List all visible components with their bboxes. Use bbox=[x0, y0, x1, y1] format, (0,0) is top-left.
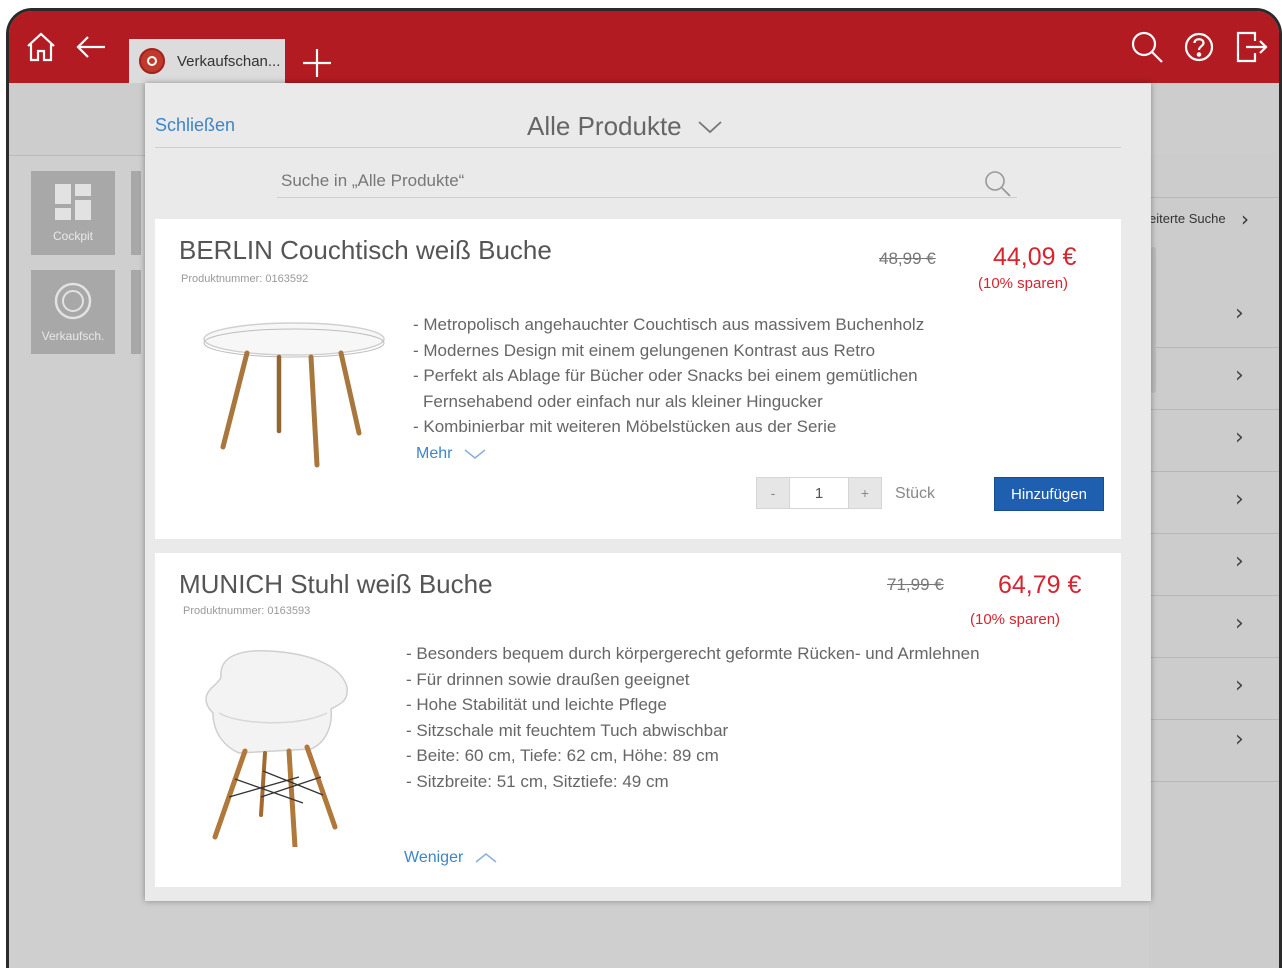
description-line: - Für drinnen sowie draußen geeignet bbox=[406, 669, 690, 689]
advanced-search-link[interactable]: eiterte Suche bbox=[1149, 211, 1226, 226]
chevron-right-icon[interactable]: › bbox=[1235, 673, 1244, 698]
new-price: 44,09 € bbox=[993, 243, 1077, 271]
dashboard-icon bbox=[55, 184, 91, 220]
divider bbox=[1149, 471, 1279, 472]
description-line: - Besonders bequem durch körpergerecht g… bbox=[406, 644, 980, 663]
divider bbox=[1149, 347, 1279, 348]
divider bbox=[1149, 657, 1279, 658]
description-line: - Hohe Stabilität und leichte Pflege bbox=[406, 695, 667, 714]
chevron-right-icon[interactable]: › bbox=[1235, 727, 1244, 752]
search-underline bbox=[277, 197, 1017, 198]
tab-label: Verkaufschan... bbox=[177, 52, 281, 70]
description-line: - Sitzbreite: 51 cm, Sitztiefe: 49 cm bbox=[406, 771, 669, 791]
tile-label: Verkaufsch. bbox=[41, 329, 105, 343]
chevron-right-icon[interactable]: › bbox=[1235, 363, 1244, 388]
unit-label: Stück bbox=[895, 485, 936, 502]
back-arrow-icon[interactable] bbox=[71, 27, 111, 67]
product-title[interactable]: MUNICH Stuhl weiß Buche bbox=[179, 569, 493, 600]
search-icon[interactable] bbox=[983, 169, 1013, 199]
chevron-down-icon[interactable] bbox=[697, 119, 723, 135]
chevron-right-icon[interactable]: › bbox=[1235, 425, 1244, 450]
product-number: Produktnummer: 0163593 bbox=[183, 605, 311, 617]
saving-label: (10% sparen) bbox=[978, 275, 1069, 292]
product-card: BERLIN Couchtisch weiß Buche Produktnumm… bbox=[155, 219, 1121, 539]
chevron-down-icon bbox=[464, 449, 486, 459]
chevron-right-icon[interactable]: › bbox=[1241, 207, 1249, 231]
divider bbox=[1149, 781, 1279, 782]
search-icon[interactable] bbox=[1127, 27, 1167, 67]
help-icon[interactable] bbox=[1179, 27, 1219, 67]
less-toggle[interactable]: Weniger bbox=[404, 849, 497, 867]
chevron-right-icon[interactable]: › bbox=[1235, 611, 1244, 636]
tile-cockpit[interactable]: Cockpit bbox=[31, 171, 115, 255]
search-input[interactable]: Suche in „Alle Produkte“ bbox=[281, 171, 464, 191]
divider bbox=[1149, 595, 1279, 596]
saving-label: (10% sparen) bbox=[970, 611, 1061, 628]
home-icon[interactable] bbox=[21, 27, 61, 67]
chevron-right-icon[interactable]: › bbox=[1235, 487, 1244, 512]
increase-button[interactable]: + bbox=[848, 477, 882, 509]
tab-verkaufschancen[interactable]: Verkaufschan... bbox=[129, 39, 285, 83]
description-line: - Kombinierbar mit weiteren Möbelstücken… bbox=[413, 417, 837, 436]
tile-partial bbox=[131, 171, 141, 255]
quantity-field[interactable]: 1 bbox=[790, 477, 848, 509]
scrollbar[interactable] bbox=[1151, 247, 1156, 393]
add-to-cart-button[interactable]: Hinzufügen bbox=[994, 477, 1104, 511]
tile-partial bbox=[131, 270, 141, 354]
product-card: MUNICH Stuhl weiß Buche Produktnummer: 0… bbox=[155, 553, 1121, 887]
description-line: - Sitzschale mit feuchtem Tuch abwischba… bbox=[406, 720, 729, 740]
divider bbox=[1149, 409, 1279, 410]
divider bbox=[1149, 197, 1279, 198]
tablet-frame: Verkaufschan... Cockpit Verkaufsch. eite… bbox=[6, 8, 1282, 968]
description-line: - Metropolisch angehauchter Couchtisch a… bbox=[413, 315, 925, 334]
tile-label: Cockpit bbox=[52, 229, 93, 243]
product-image-table[interactable] bbox=[199, 319, 389, 469]
new-price: 64,79 € bbox=[998, 571, 1082, 599]
description-line: - Modernes Design mit einem gelungenen K… bbox=[413, 340, 876, 360]
product-description: - Metropolisch angehauchter Couchtisch a… bbox=[413, 312, 924, 440]
divider bbox=[1149, 533, 1279, 534]
tile-verkaufschancen[interactable]: Verkaufsch. bbox=[31, 270, 115, 354]
more-label: Mehr bbox=[416, 445, 453, 462]
chevron-right-icon[interactable]: › bbox=[1235, 549, 1244, 574]
plus-icon[interactable] bbox=[299, 45, 335, 81]
product-number: Produktnummer: 0163592 bbox=[181, 273, 309, 285]
divider bbox=[155, 147, 1121, 148]
chevron-up-icon bbox=[475, 853, 497, 863]
description-line: Fernsehabend oder einfach nur als kleine… bbox=[423, 391, 823, 411]
product-modal: Schließen Alle Produkte Suche in „Alle P… bbox=[145, 83, 1151, 901]
product-image-chair[interactable] bbox=[199, 647, 359, 847]
quantity-stepper[interactable]: - 1 + bbox=[756, 477, 882, 509]
logout-icon[interactable] bbox=[1231, 27, 1271, 67]
right-panel bbox=[1149, 155, 1279, 968]
product-title[interactable]: BERLIN Couchtisch weiß Buche bbox=[179, 235, 552, 266]
product-description: - Besonders bequem durch körpergerecht g… bbox=[406, 641, 980, 794]
divider bbox=[1149, 719, 1279, 720]
less-label: Weniger bbox=[404, 849, 464, 866]
badge-icon bbox=[139, 48, 165, 74]
chevron-right-icon[interactable]: › bbox=[1235, 301, 1244, 326]
modal-title[interactable]: Alle Produkte bbox=[527, 111, 682, 142]
decrease-button[interactable]: - bbox=[756, 477, 790, 509]
old-price: 48,99 € bbox=[879, 249, 936, 268]
description-line: - Beite: 60 cm, Tiefe: 62 cm, Höhe: 89 c… bbox=[406, 746, 719, 765]
close-button[interactable]: Schließen bbox=[155, 115, 235, 136]
badge-icon bbox=[54, 282, 92, 320]
old-price: 71,99 € bbox=[887, 575, 944, 594]
top-bar: Verkaufschan... bbox=[9, 11, 1279, 83]
more-toggle[interactable]: Mehr bbox=[416, 445, 486, 463]
description-line: - Perfekt als Ablage für Bücher oder Sna… bbox=[413, 366, 918, 385]
